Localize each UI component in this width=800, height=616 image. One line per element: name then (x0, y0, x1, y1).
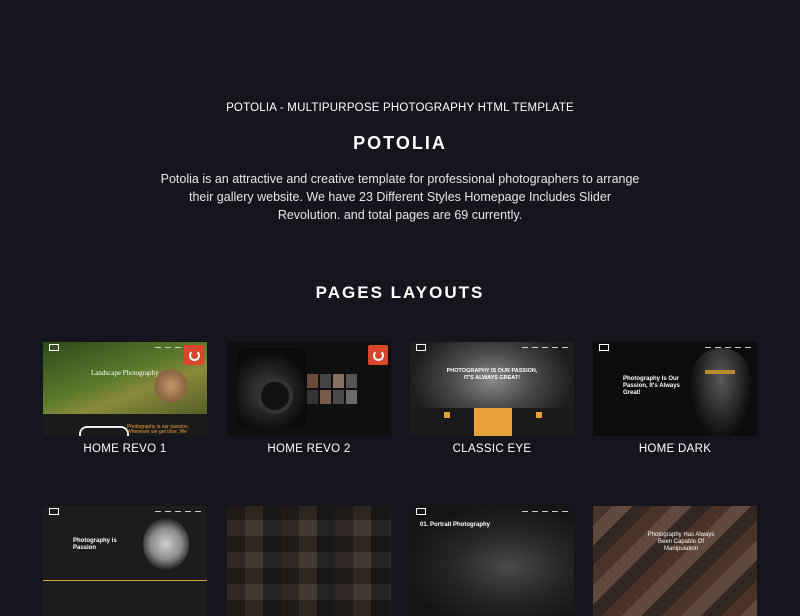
thumb-nav (43, 506, 207, 516)
layout-thumbnail[interactable]: PHOTOGRAPHY IS OUR PASSION, IT'S ALWAYS … (410, 342, 574, 436)
layout-card-home-revo-2[interactable]: HOME REVO 2 (227, 342, 391, 455)
layout-thumbnail[interactable]: Photography Is Our Passion, It's Always … (593, 342, 757, 436)
thumb-hero-text: Photography is Passion (73, 538, 117, 551)
layout-label[interactable]: HOME REVO 2 (227, 443, 391, 455)
layout-label[interactable]: CLASSIC EYE (410, 443, 574, 455)
logo-icon (416, 507, 426, 515)
section-title: PAGES LAYOUTS (315, 283, 485, 302)
layout-card-home-dark[interactable]: Photography Is Our Passion, It's Always … (593, 342, 757, 455)
page-subtitle: POTOLIA - MULTIPURPOSE PHOTOGRAPHY HTML … (226, 102, 574, 114)
thumb-hero-text: 01. Portrait Photography (420, 522, 491, 528)
refresh-badge-icon (368, 345, 388, 365)
thumb-caption: Photography is our passion, Whenever we … (127, 424, 189, 435)
thumb-hero-text: Landscape Photography (91, 369, 159, 377)
logo-icon (599, 343, 609, 351)
thumb-nav (43, 342, 207, 352)
thumb-nav (410, 506, 574, 516)
layout-card-classic-eye[interactable]: PHOTOGRAPHY IS OUR PASSION, IT'S ALWAYS … (410, 342, 574, 455)
logo-icon (49, 343, 59, 351)
thumb-hero-text: PHOTOGRAPHY IS OUR PASSION, IT'S ALWAYS … (446, 368, 538, 381)
layout-thumbnail[interactable] (227, 342, 391, 436)
layout-label[interactable]: HOME DARK (593, 443, 757, 455)
thumb-hero-text: Photography Is Our Passion, It's Always … (623, 376, 680, 396)
thumb-nav (410, 342, 574, 352)
logo-icon (49, 507, 59, 515)
logo-icon (416, 343, 426, 351)
layout-label[interactable]: HOME REVO 1 (43, 443, 207, 455)
refresh-badge-icon (184, 345, 204, 365)
layout-thumbnail[interactable]: Landscape Photography Photography is our… (43, 342, 207, 436)
page-title: POTOLIA (353, 133, 447, 153)
thumb-hero-text: Photography Has Always Been Capable Of M… (647, 532, 715, 552)
layout-card-home-revo-1[interactable]: Landscape Photography Photography is our… (43, 342, 207, 455)
page-description: Potolia is an attractive and creative te… (160, 172, 640, 222)
